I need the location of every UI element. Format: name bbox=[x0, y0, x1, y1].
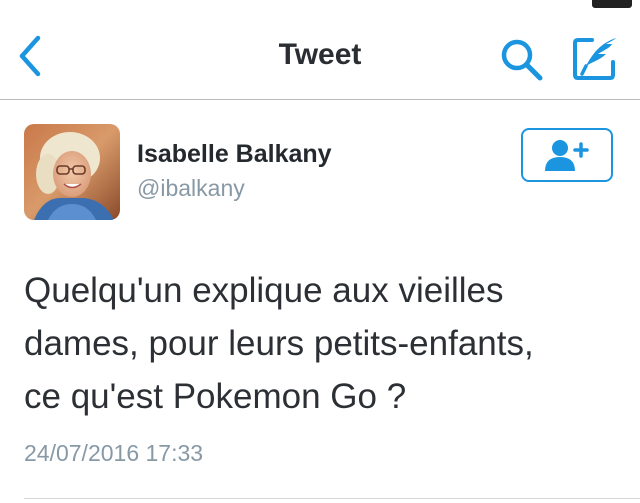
status-bar bbox=[0, 0, 640, 8]
battery-icon bbox=[592, 0, 632, 8]
compose-feather-icon bbox=[573, 38, 616, 80]
search-button[interactable] bbox=[498, 36, 546, 84]
navigation-bar: Tweet bbox=[0, 8, 640, 100]
avatar-photo-icon bbox=[24, 124, 120, 220]
tweet-timestamp: 24/07/2016 17:33 bbox=[24, 440, 204, 466]
divider bbox=[24, 498, 640, 499]
back-button[interactable] bbox=[14, 34, 48, 78]
tweet-text: Quelqu'un explique aux vieilles dames, p… bbox=[24, 271, 534, 416]
tweet-detail: Isabelle Balkany @ibalkany Quelqu'un exp… bbox=[0, 100, 640, 503]
add-user-icon bbox=[545, 140, 589, 171]
follow-button[interactable] bbox=[521, 128, 613, 182]
search-icon bbox=[501, 39, 543, 81]
chevron-left-icon bbox=[19, 35, 41, 77]
author-handle[interactable]: @ibalkany bbox=[137, 175, 245, 202]
avatar[interactable] bbox=[24, 124, 120, 220]
compose-button[interactable] bbox=[570, 34, 620, 84]
author-name[interactable]: Isabelle Balkany bbox=[137, 140, 332, 169]
